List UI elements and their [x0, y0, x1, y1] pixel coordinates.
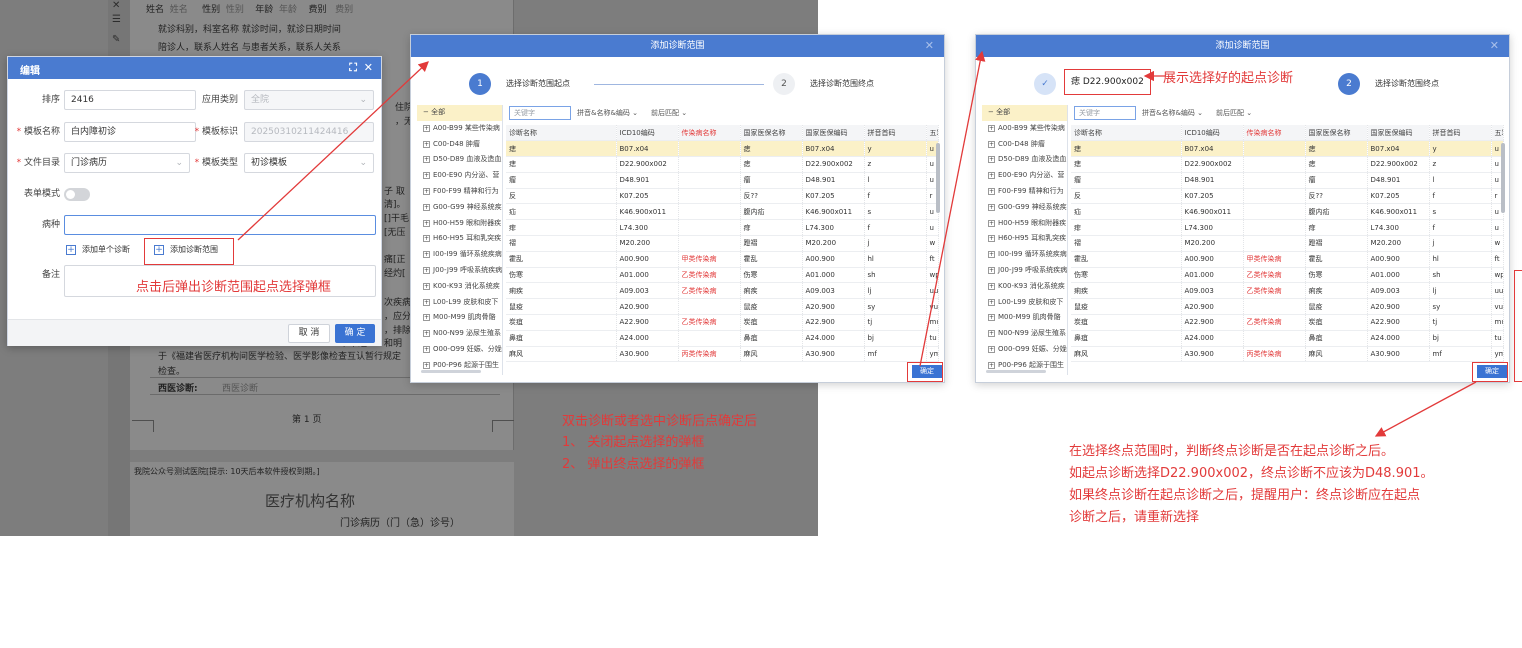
arrow-to-end-dialog [919, 50, 986, 367]
screenshot-stage: ✕ ☰ ✎ 姓名 姓名 性别 性别 年龄 年龄 费别 费别 就诊科别，科室名称 … [0, 0, 1522, 648]
arrow-to-end-ok [1374, 381, 1477, 437]
arrow-to-start-dialog [237, 61, 429, 241]
annotation-arrows [237, 50, 1477, 437]
